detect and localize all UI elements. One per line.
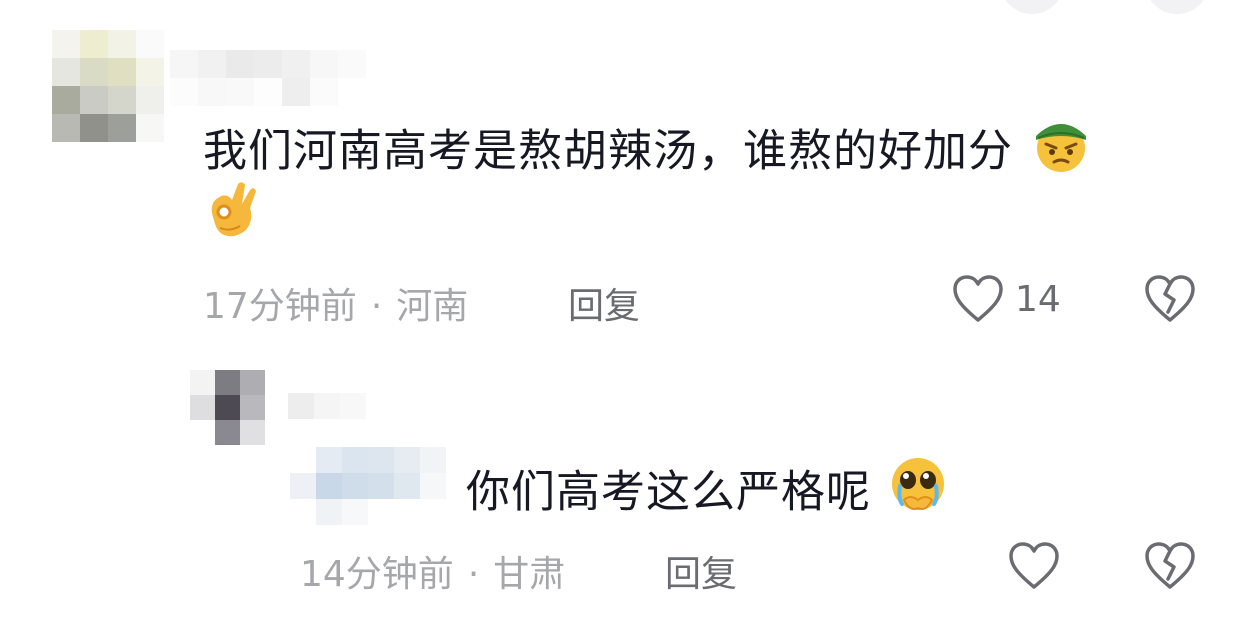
broken-heart-icon [1145, 542, 1195, 589]
angry-green-hat-emoji [1028, 114, 1094, 193]
comment-text-line2 [200, 180, 262, 261]
ok-hand-emoji [200, 180, 262, 261]
top-action-button-left[interactable] [1000, 0, 1064, 14]
username[interactable] [288, 393, 366, 419]
reply-button[interactable]: 回复 [568, 277, 640, 329]
timestamp: 14分钟前 [300, 554, 454, 595]
like-button[interactable] [1007, 541, 1061, 591]
dislike-button[interactable] [1143, 274, 1197, 328]
top-action-button-right[interactable] [1145, 0, 1209, 14]
mention-username[interactable] [290, 447, 446, 525]
like-button[interactable]: 14 [951, 274, 1061, 324]
heart-icon [953, 275, 1003, 322]
avatar[interactable] [52, 30, 164, 142]
broken-heart-icon [1145, 275, 1195, 322]
comment-text: 我们河南高考是熬胡辣汤，谁熬的好加分 [203, 114, 1094, 193]
comment-text-content: 我们河南高考是熬胡辣汤，谁熬的好加分 [203, 125, 1013, 177]
comment-text-content: 你们高考这么严格呢 [466, 466, 871, 518]
comment-text: 你们高考这么严格呢 [466, 454, 950, 535]
username[interactable] [170, 50, 366, 106]
location: 河南 [396, 286, 469, 327]
timestamp: 17分钟前 [203, 286, 357, 327]
crying-pleading-emoji [886, 454, 950, 535]
location: 甘肃 [493, 554, 566, 595]
avatar[interactable] [190, 370, 265, 445]
separator: · [467, 554, 480, 595]
reply-button[interactable]: 回复 [665, 545, 737, 597]
dislike-button[interactable] [1143, 541, 1197, 595]
comment-meta: 14分钟前 · 甘肃 [300, 545, 565, 597]
heart-icon [1009, 542, 1059, 589]
like-count: 14 [1015, 278, 1061, 320]
separator: · [370, 286, 383, 327]
comment-meta: 17分钟前 · 河南 [203, 277, 468, 329]
